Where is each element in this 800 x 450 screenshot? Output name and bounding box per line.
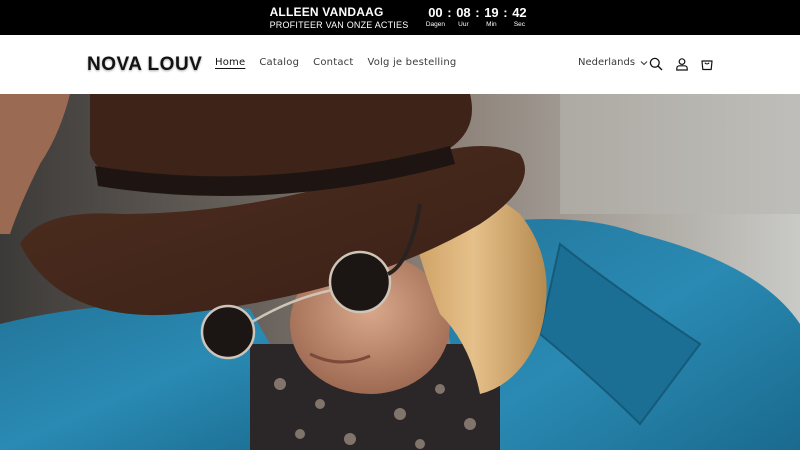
countdown-seconds-value: 42 (512, 5, 527, 20)
announcement-bar: ALLEEN VANDAAG PROFITEER VAN ONZE ACTIES… (0, 0, 800, 35)
countdown-hours-value: 08 (456, 5, 471, 20)
promo-text: ALLEEN VANDAAG PROFITEER VAN ONZE ACTIES (270, 6, 409, 30)
promo-title: ALLEEN VANDAAG (269, 4, 384, 19)
countdown-hours: 08 Uur (452, 6, 474, 29)
account-icon (676, 58, 688, 71)
account-button[interactable] (674, 56, 690, 72)
store-logo[interactable]: NOVA LOUV (87, 54, 202, 76)
countdown-days-label: Dagen (425, 21, 445, 28)
site-header: NOVA LOUV Home Catalog Contact Volg je b… (0, 35, 800, 94)
countdown-timer: 00 Dagen : 08 Uur : 19 Min : 42 Sec (424, 6, 530, 29)
chevron-down-icon (640, 60, 648, 65)
language-selector[interactable]: Nederlands (578, 57, 648, 68)
nav-link-track-order[interactable]: Volg je bestelling (367, 57, 456, 68)
countdown-days-value: 00 (428, 5, 443, 20)
countdown-minutes-label: Min (486, 21, 497, 28)
countdown-seconds-label: Sec (513, 21, 526, 28)
countdown-days: 00 Dagen (424, 6, 446, 29)
promo-subtitle: PROFITEER VAN ONZE ACTIES (269, 19, 409, 30)
countdown-seconds: 42 Sec (508, 6, 530, 29)
nav-link-contact[interactable]: Contact (313, 57, 353, 68)
countdown-minutes-value: 19 (484, 5, 499, 20)
language-label: Nederlands (578, 57, 636, 68)
cart-icon (701, 60, 713, 71)
search-button[interactable] (648, 56, 664, 72)
hero-banner (0, 94, 800, 450)
countdown-hours-label: Uur (458, 21, 469, 28)
nav-link-catalog[interactable]: Catalog (259, 57, 299, 68)
nav-link-home[interactable]: Home (215, 57, 245, 68)
search-icon (649, 57, 663, 71)
hero-image (0, 94, 800, 450)
main-nav: Home Catalog Contact Volg je bestelling (215, 57, 470, 68)
countdown-minutes: 19 Min (480, 6, 502, 29)
cart-button[interactable] (699, 56, 715, 72)
